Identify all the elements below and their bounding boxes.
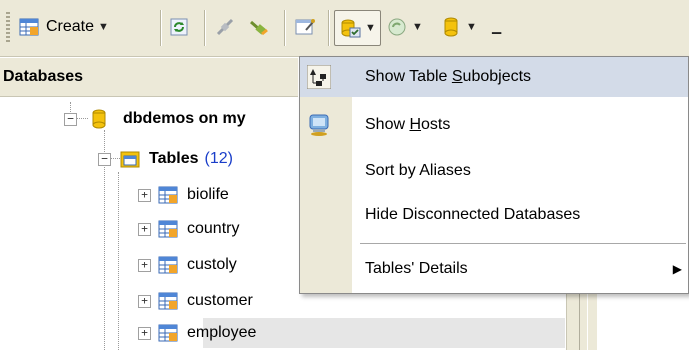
table-icon bbox=[158, 220, 178, 238]
expand-icon[interactable]: + bbox=[138, 222, 151, 236]
properties-button[interactable] bbox=[294, 12, 316, 42]
menu-item-label: Show Hosts bbox=[365, 116, 451, 133]
connect-button[interactable] bbox=[248, 12, 270, 42]
table-name: employee bbox=[187, 324, 257, 341]
view-options-button[interactable]: ▼ bbox=[334, 10, 381, 46]
table-name: customer bbox=[187, 292, 253, 309]
refresh-icon bbox=[170, 18, 188, 36]
host-computer-icon bbox=[309, 114, 329, 136]
create-button[interactable]: Create ▼ bbox=[18, 12, 109, 42]
expand-icon[interactable]: + bbox=[138, 188, 151, 202]
view-options-menu: Show Table Subobjects Show Hosts Sort by… bbox=[299, 56, 689, 294]
tree-item-table[interactable]: + country bbox=[138, 214, 239, 244]
expand-icon[interactable]: + bbox=[138, 294, 151, 308]
tree-node-tables[interactable]: − Tables (12) bbox=[98, 144, 233, 174]
database-label: dbdemos on my bbox=[123, 110, 246, 127]
submenu-arrow-icon: ▶ bbox=[672, 262, 682, 276]
chevron-down-icon: ▼ bbox=[466, 21, 477, 33]
table-icon bbox=[158, 292, 178, 310]
table-icon bbox=[158, 324, 178, 342]
toolbar-grip[interactable] bbox=[6, 12, 10, 44]
subobjects-icon bbox=[307, 65, 331, 89]
toolbar-separator bbox=[160, 10, 162, 46]
table-icon bbox=[158, 256, 178, 274]
collapse-icon[interactable]: − bbox=[64, 112, 77, 126]
table-icon bbox=[19, 18, 39, 36]
view-options-icon bbox=[341, 19, 361, 38]
expand-icon[interactable]: + bbox=[138, 326, 151, 340]
chevron-down-icon: ▼ bbox=[365, 22, 376, 34]
connect-plug-icon bbox=[250, 20, 268, 36]
menu-item-label: Hide Disconnected Databases bbox=[365, 206, 581, 223]
panel-title: Databases bbox=[3, 68, 84, 85]
refresh-button[interactable] bbox=[168, 12, 190, 42]
toolbar-separator bbox=[204, 10, 206, 46]
chevron-down-icon: ▼ bbox=[98, 21, 109, 33]
table-name: biolife bbox=[187, 186, 229, 203]
chevron-down-icon: ▼ bbox=[412, 21, 423, 33]
main-toolbar: Create ▼ ▼ ▼ ▼ ▁ bbox=[0, 0, 689, 57]
databases-panel-header: Databases bbox=[0, 58, 298, 97]
table-name: country bbox=[187, 220, 240, 237]
menu-item-label: Sort by Aliases bbox=[365, 162, 471, 179]
table-icon bbox=[158, 186, 178, 204]
menu-item-label: Show Table Subobjects bbox=[365, 68, 532, 85]
menu-item-sort-by-aliases[interactable]: Sort by Aliases bbox=[300, 151, 688, 191]
menu-item-hide-disconnected-databases[interactable]: Hide Disconnected Databases bbox=[300, 195, 688, 235]
tables-label: Tables bbox=[149, 150, 199, 167]
tables-folder-icon bbox=[120, 151, 140, 168]
create-label: Create bbox=[46, 18, 95, 35]
tree-item-table[interactable]: + biolife bbox=[138, 180, 229, 210]
menu-item-show-table-subobjects[interactable]: Show Table Subobjects bbox=[300, 57, 688, 97]
tree-node-database[interactable]: − dbdemos on my bbox=[64, 104, 246, 134]
tree-item-table[interactable]: + customer bbox=[138, 286, 253, 316]
tree-item-table[interactable]: + employee bbox=[138, 318, 256, 348]
expand-icon[interactable]: + bbox=[138, 258, 151, 272]
tools-button[interactable]: ▼ bbox=[386, 12, 423, 42]
database-icon bbox=[444, 17, 458, 37]
menu-item-tables-details[interactable]: Tables' Details ▶ bbox=[300, 249, 688, 289]
table-name: custoly bbox=[187, 256, 237, 273]
database-icon bbox=[92, 109, 106, 129]
overflow-icon: ▁ bbox=[492, 20, 502, 34]
menu-item-show-hosts[interactable]: Show Hosts bbox=[300, 105, 688, 145]
tables-count-badge: (12) bbox=[204, 150, 233, 167]
tree-item-table[interactable]: + custoly bbox=[138, 250, 237, 280]
gear-refresh-icon bbox=[388, 18, 406, 36]
menu-item-label: Tables' Details bbox=[365, 260, 468, 277]
disconnect-button[interactable] bbox=[214, 12, 236, 42]
disconnect-plug-icon bbox=[216, 18, 234, 36]
properties-icon bbox=[295, 19, 315, 35]
database-button[interactable]: ▼ bbox=[440, 12, 477, 42]
toolbar-overflow-button[interactable]: ▁ bbox=[488, 12, 501, 42]
menu-separator bbox=[360, 243, 686, 244]
toolbar-separator bbox=[328, 10, 330, 46]
collapse-icon[interactable]: − bbox=[98, 152, 111, 166]
toolbar-separator bbox=[284, 10, 286, 46]
